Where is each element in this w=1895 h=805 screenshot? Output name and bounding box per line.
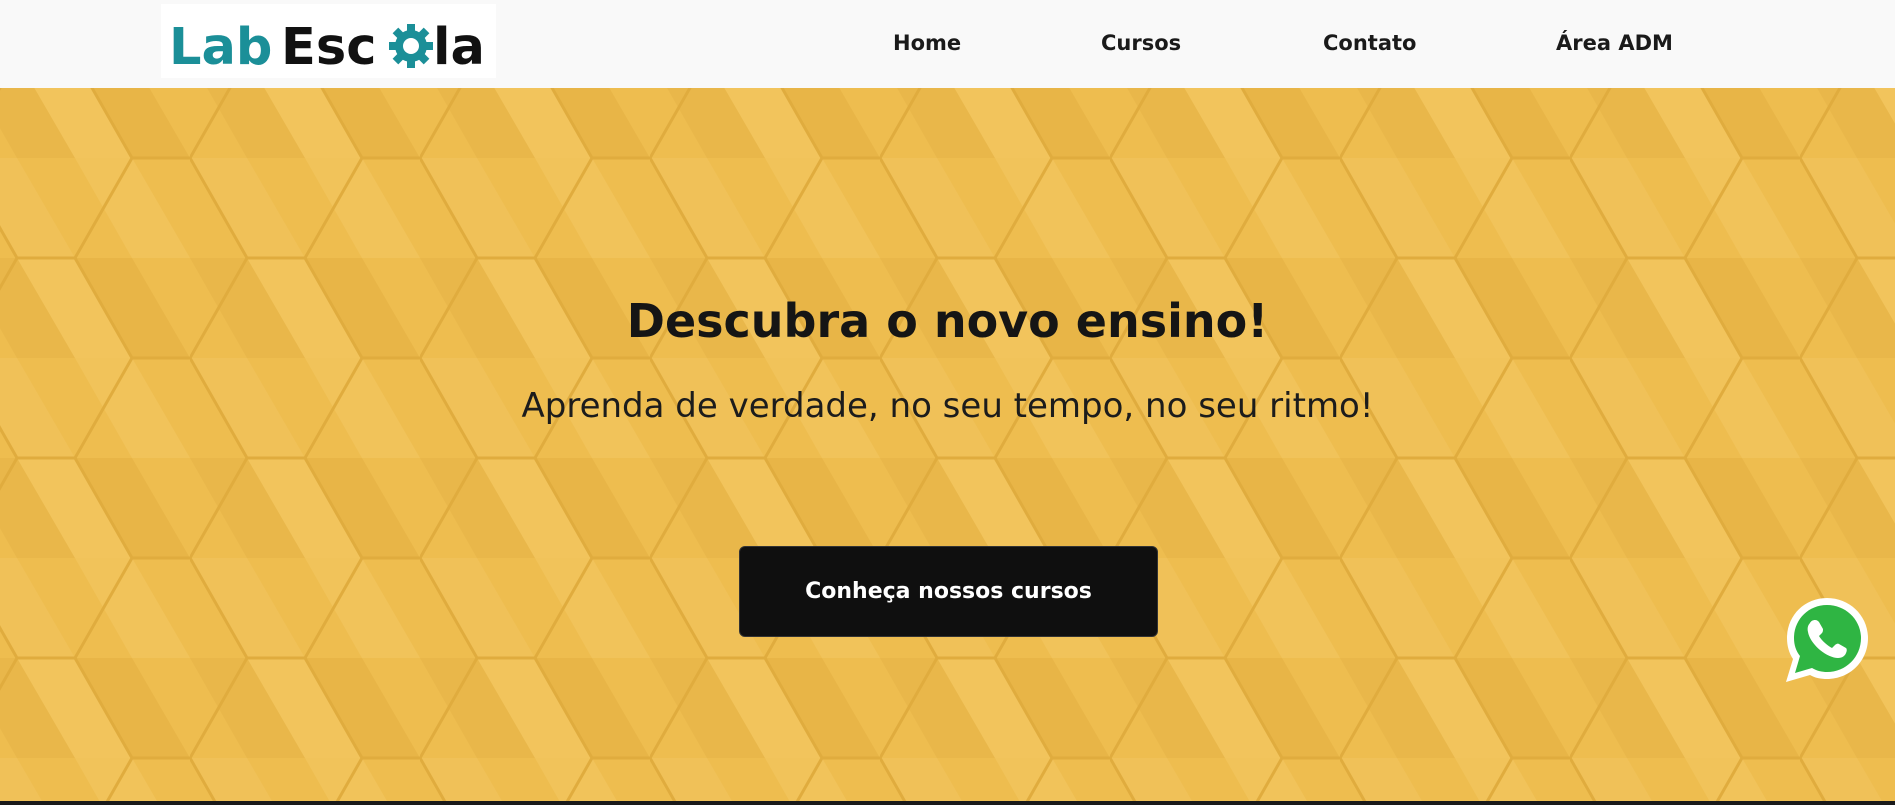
- nav-item-cursos[interactable]: Cursos: [1101, 28, 1181, 58]
- hero-subtitle: Aprenda de verdade, no seu tempo, no seu…: [521, 386, 1374, 426]
- logo-graphic: Lab Esc la: [169, 18, 485, 77]
- whatsapp-icon-graphic: [1786, 598, 1868, 682]
- bottom-divider: [0, 801, 1895, 805]
- explore-courses-button[interactable]: Conheça nossos cursos: [739, 546, 1158, 637]
- logo-text-lab: Lab: [169, 18, 272, 77]
- brand-logo[interactable]: Lab Esc la: [161, 4, 496, 78]
- nav-item-contato[interactable]: Contato: [1323, 28, 1416, 58]
- whatsapp-icon[interactable]: [1780, 592, 1874, 686]
- gear-icon: [389, 24, 433, 68]
- hex-background-pattern: [0, 88, 1895, 801]
- nav-item-home[interactable]: Home: [893, 28, 961, 58]
- hero-section: Descubra o novo ensino! Aprenda de verda…: [0, 88, 1895, 801]
- nav-item-area-adm[interactable]: Área ADM: [1556, 28, 1673, 58]
- logo-text-la: la: [433, 18, 485, 77]
- hero-title: Descubra o novo ensino!: [626, 294, 1269, 348]
- logo-text-esc: Esc: [281, 18, 376, 77]
- site-header: Lab Esc la Home Cursos Contato Área ADM: [0, 0, 1895, 88]
